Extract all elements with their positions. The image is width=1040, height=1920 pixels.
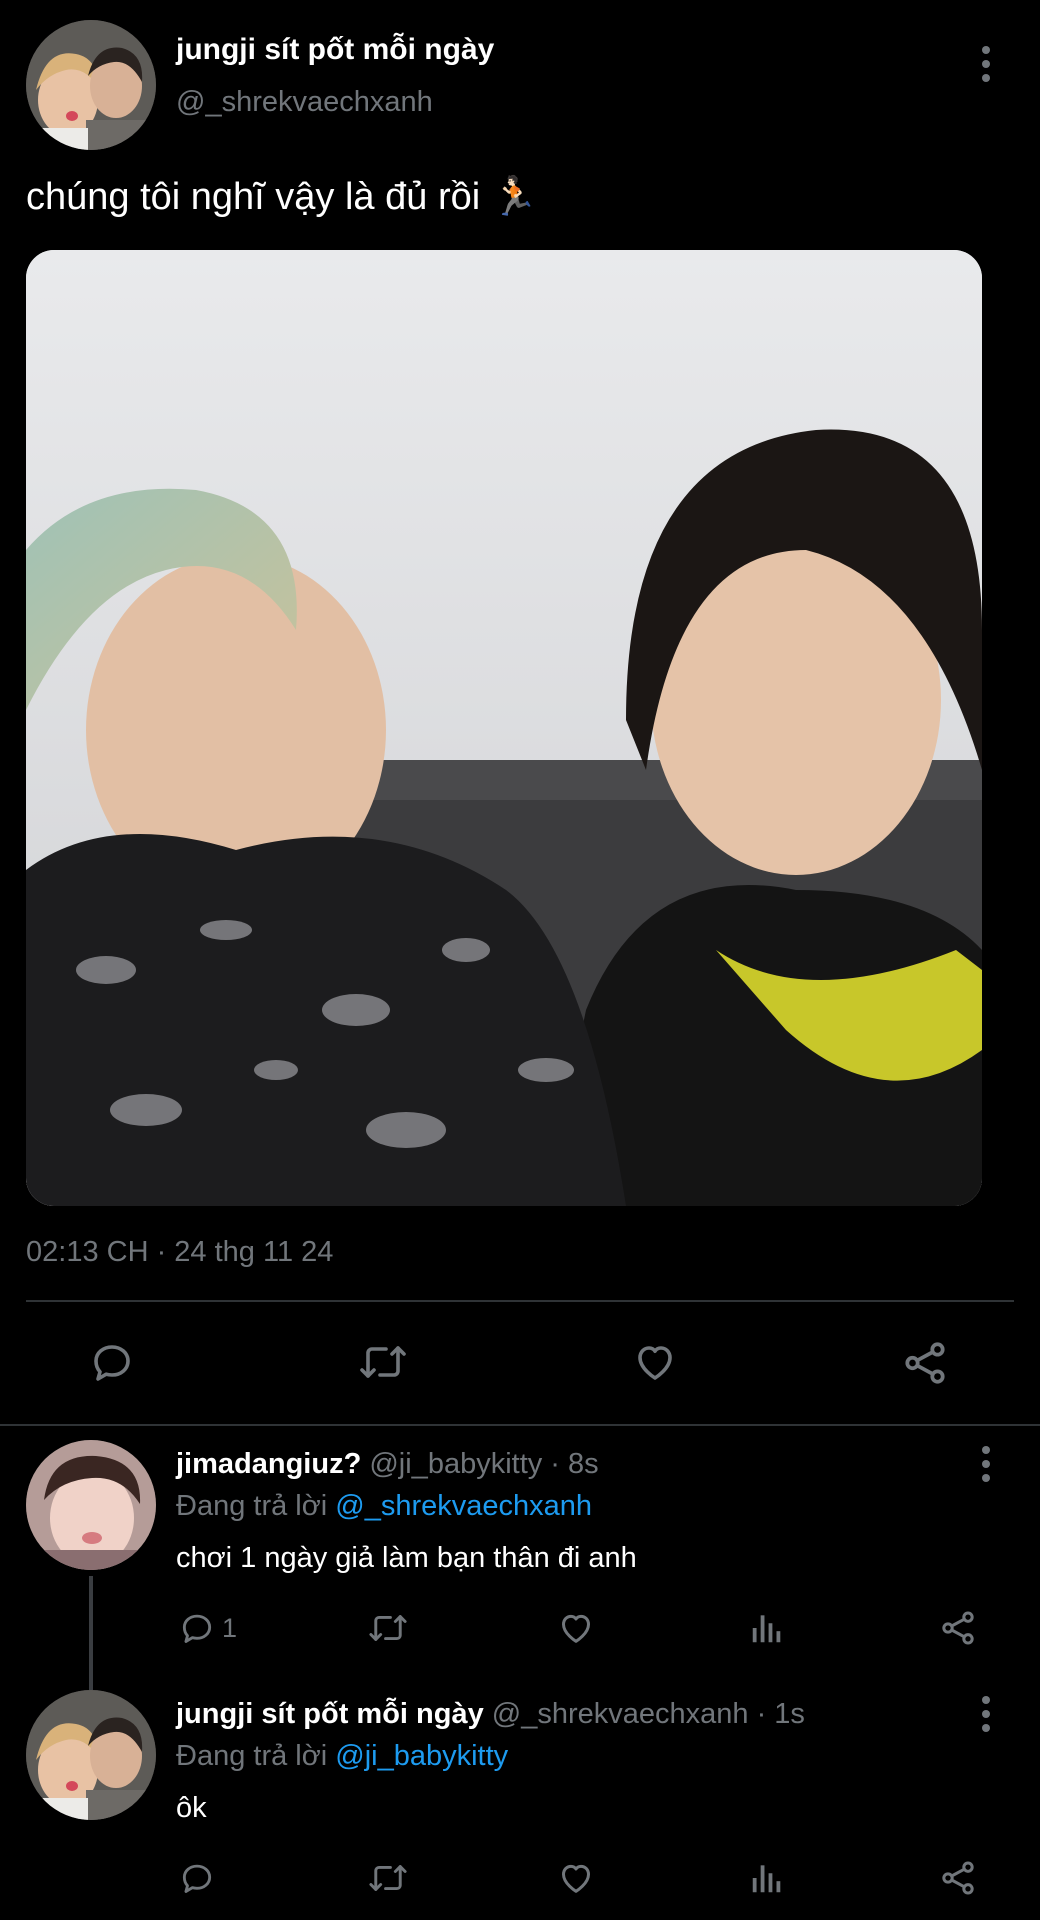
reply-handle-time[interactable]: @_shrekvaechxanh · 1s — [492, 1698, 805, 1730]
replying-to-link[interactable]: @_shrekvaechxanh — [335, 1490, 592, 1522]
replying-to-link[interactable]: @ji_babykitty — [335, 1740, 508, 1772]
reply-button[interactable]: 1 — [178, 1608, 237, 1648]
reply-display-name[interactable]: jimadangiuz? — [176, 1448, 361, 1480]
reply-text: chơi 1 ngày giả làm bạn thân đi anh — [176, 1542, 637, 1574]
views-icon[interactable] — [748, 1608, 786, 1648]
tweet-timestamp[interactable]: 02:13 CH · 24 thg 11 24 — [26, 1232, 333, 1272]
divider — [26, 1300, 1014, 1302]
retweet-icon[interactable] — [356, 1338, 410, 1386]
reply-button[interactable] — [178, 1858, 222, 1898]
thread-connector-line — [89, 1576, 93, 1690]
divider — [0, 1424, 1040, 1426]
more-options-icon[interactable] — [978, 1694, 994, 1734]
more-options-icon[interactable] — [978, 44, 994, 84]
share-icon[interactable] — [938, 1608, 978, 1648]
author-display-name[interactable]: jungji sít pốt mỗi ngày — [176, 30, 494, 70]
more-options-icon[interactable] — [978, 1444, 994, 1484]
retweet-icon[interactable] — [366, 1608, 410, 1648]
reply-avatar[interactable] — [26, 1440, 156, 1570]
like-icon[interactable] — [556, 1858, 596, 1898]
share-icon[interactable] — [900, 1338, 950, 1388]
share-icon[interactable] — [938, 1858, 978, 1898]
author-handle[interactable]: @_shrekvaechxanh — [176, 82, 433, 122]
author-avatar[interactable] — [26, 20, 156, 150]
reply-avatar[interactable] — [26, 1690, 156, 1820]
reply-handle-time[interactable]: @ji_babykitty · 8s — [369, 1448, 598, 1480]
reply-icon[interactable] — [88, 1338, 136, 1386]
retweet-icon[interactable] — [366, 1858, 410, 1898]
reply-count: 1 — [222, 1612, 238, 1643]
reply-icon — [178, 1859, 216, 1897]
tweet-text: chúng tôi nghĩ vậy là đủ rồi 🏃🏻 — [26, 176, 539, 218]
tweet-media-photo[interactable] — [26, 250, 982, 1206]
views-icon[interactable] — [748, 1858, 786, 1898]
like-icon[interactable] — [556, 1608, 596, 1648]
reply-display-name[interactable]: jungji sít pốt mỗi ngày — [176, 1698, 484, 1730]
like-icon[interactable] — [630, 1338, 680, 1386]
reply-text: ôk — [176, 1792, 207, 1824]
replying-to-label: Đang trả lời — [176, 1490, 328, 1522]
replying-to-label: Đang trả lời — [176, 1740, 328, 1772]
reply-icon — [178, 1609, 216, 1647]
